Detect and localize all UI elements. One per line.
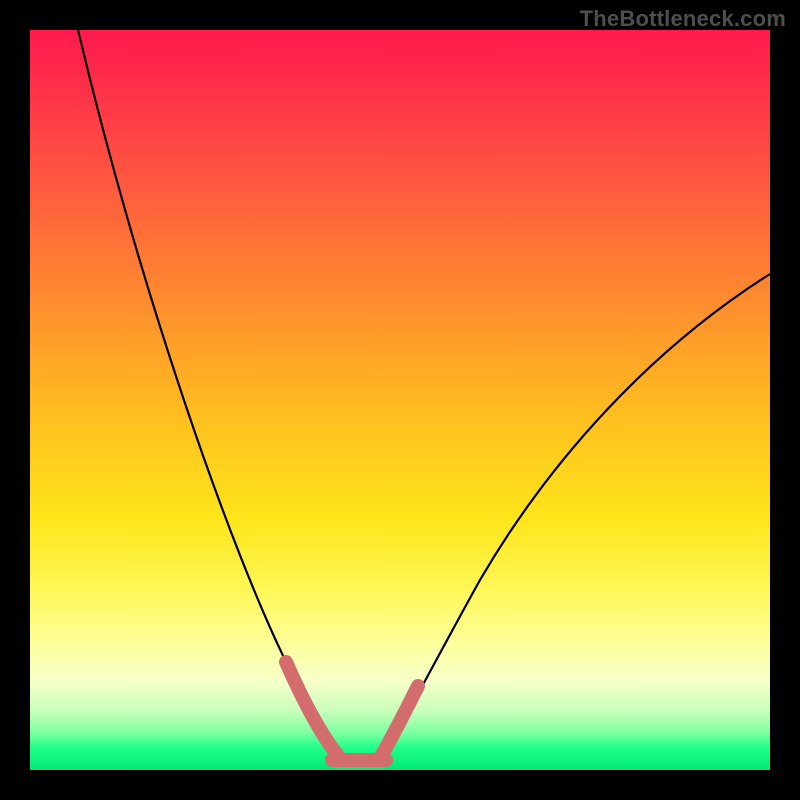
curve-layer	[30, 30, 770, 770]
chart-frame: TheBottleneck.com	[0, 0, 800, 800]
valley-marker-left	[286, 662, 340, 758]
watermark-text: TheBottleneck.com	[580, 6, 786, 32]
curve-right	[380, 274, 770, 760]
curve-left	[78, 30, 342, 760]
valley-marker-right	[380, 686, 418, 758]
plot-area	[30, 30, 770, 770]
